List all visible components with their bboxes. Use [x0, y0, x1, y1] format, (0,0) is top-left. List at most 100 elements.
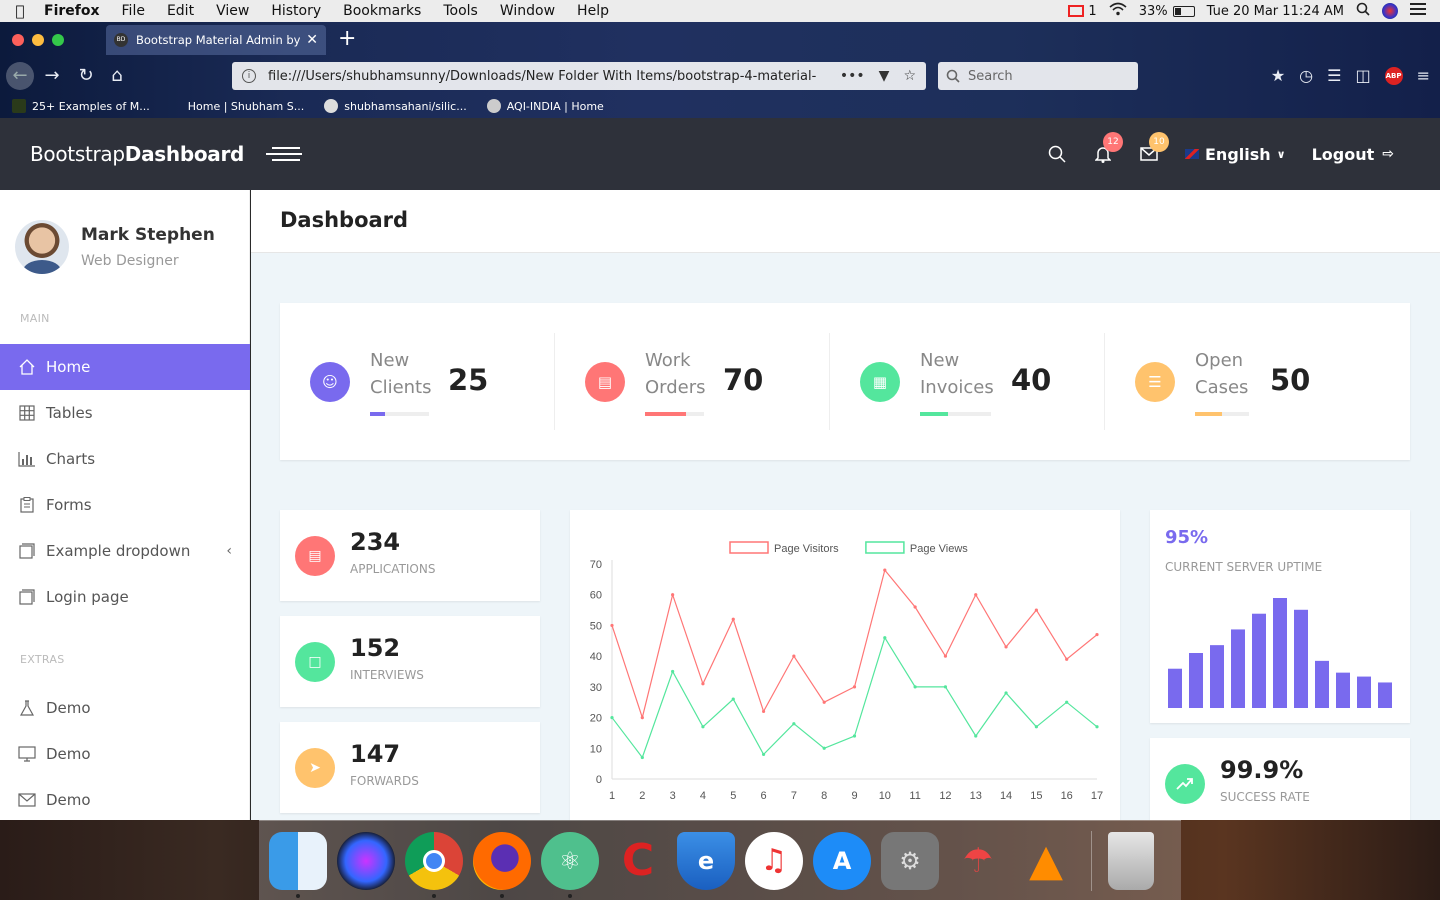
header-search-icon[interactable] [1047, 144, 1067, 164]
document-icon: ▤ [295, 536, 335, 576]
battery-status[interactable]: 33% [1139, 4, 1195, 19]
notifications-button[interactable]: 12 [1093, 132, 1123, 164]
menu-history[interactable]: History [260, 3, 332, 19]
dock-chrome-icon[interactable] [405, 831, 463, 898]
stat-value: 40 [1011, 363, 1052, 397]
sidebar-item-forms[interactable]: Forms [0, 482, 250, 528]
adblock-plus-icon[interactable]: ABP [1384, 67, 1403, 85]
bookmark-item[interactable]: Home | Shubham S... [188, 100, 305, 113]
notification-center-icon[interactable] [1410, 3, 1426, 19]
sidebar-icon[interactable]: ◫ [1355, 62, 1370, 90]
uptime-bar [1189, 653, 1203, 708]
sidebar-item-charts[interactable]: Charts [0, 436, 250, 482]
brand-logo[interactable]: BootstrapDashboard [30, 142, 244, 166]
stat-caption: INTERVIEWS [350, 668, 424, 682]
x-tick-label: 2 [639, 790, 645, 802]
dock-vlc-icon[interactable]: ▲ [1017, 832, 1075, 890]
zoom-window-button[interactable] [52, 34, 64, 46]
close-window-button[interactable] [12, 34, 24, 46]
success-value: 99.9% [1220, 756, 1304, 784]
menu-window[interactable]: Window [489, 3, 566, 19]
pocket-icon[interactable]: ▼ [879, 68, 890, 84]
dock-transmit-icon[interactable]: ☂ [949, 832, 1007, 890]
chevron-down-icon: ∨ [1276, 147, 1286, 161]
reload-button[interactable]: ↻ [72, 62, 100, 90]
dock-ccleaner-icon[interactable]: C [609, 832, 667, 890]
dock-atom-icon[interactable]: ⚛ [541, 831, 599, 898]
menu-edit[interactable]: Edit [156, 3, 205, 19]
url-bar[interactable]: i file:///Users/shubhamsunny/Downloads/N… [232, 62, 926, 90]
page-actions-icon[interactable]: ••• [840, 68, 865, 84]
history-icon[interactable]: ◷ [1299, 62, 1313, 90]
back-button[interactable]: ← [6, 62, 34, 90]
battery-icon [1172, 5, 1195, 17]
close-tab-icon[interactable]: ✕ [306, 32, 318, 48]
data-point [1034, 725, 1038, 729]
bookmark-item[interactable]: AQI-INDIA | Home [486, 99, 604, 113]
sidebar-item-example-dropdown[interactable]: Example dropdown ‹ [0, 528, 250, 574]
minimize-window-button[interactable] [32, 34, 44, 46]
dock-trash-icon[interactable] [1108, 831, 1154, 890]
sidebar-item-label: Tables [46, 404, 93, 422]
menu-toggle-icon[interactable] [266, 147, 303, 161]
y-tick-label: 40 [590, 651, 602, 663]
site-info-icon[interactable]: i [242, 69, 256, 83]
downloads-icon[interactable]: ★ [1271, 62, 1285, 90]
calendar-icon: □ [295, 642, 335, 682]
library-icon[interactable]: ☰ [1327, 62, 1341, 90]
wifi-icon[interactable] [1109, 2, 1127, 20]
menu-app-name[interactable]: Firefox [40, 3, 111, 19]
dock-siri-icon[interactable] [337, 831, 395, 890]
siri-icon[interactable] [1382, 3, 1398, 19]
stat-label: New Invoices [920, 350, 994, 398]
sidebar-item-demo[interactable]: Demo [0, 685, 250, 731]
bookmark-item[interactable]: 25+ Examples of M... [12, 99, 150, 113]
menu-file[interactable]: File [111, 3, 156, 19]
home-icon [18, 358, 36, 376]
home-button[interactable]: ⌂ [103, 62, 131, 90]
messages-button[interactable]: 10 [1139, 132, 1169, 164]
apple-icon[interactable]:  [0, 2, 40, 20]
windows-icon [18, 542, 36, 560]
browser-tab[interactable]: BD Bootstrap Material Admin by Bo ✕ [106, 25, 326, 55]
uptime-bar [1210, 645, 1224, 708]
bookmark-item[interactable]: shubhamsahani/silic... [324, 99, 467, 113]
sidebar-item-login-page[interactable]: Login page [0, 574, 250, 620]
spotlight-icon[interactable] [1356, 2, 1370, 20]
clock[interactable]: Tue 20 Mar 11:24 AM [1207, 4, 1344, 19]
menu-view[interactable]: View [205, 3, 260, 19]
bookmark-star-icon[interactable]: ☆ [903, 68, 916, 84]
dock-edge-icon[interactable]: e [677, 831, 735, 890]
dock-finder-icon[interactable] [269, 831, 327, 898]
line-chart-card: 0 10 20 30 40 50 60 70 1 2 3 4 5 6 7 8 9 10 11 12 13 14 15 16 17… [570, 510, 1120, 820]
menu-bookmarks[interactable]: Bookmarks [332, 3, 432, 19]
new-tab-button[interactable]: + [338, 26, 356, 51]
logout-button[interactable]: Logout ⇨ [1312, 145, 1394, 164]
monitor-icon [18, 745, 36, 763]
url-text[interactable]: file:///Users/shubhamsunny/Downloads/New… [268, 69, 830, 84]
dock-app-store-icon[interactable]: A [813, 831, 871, 890]
mail-status[interactable]: 1 [1068, 4, 1097, 19]
data-point [701, 682, 705, 686]
progress-bar [370, 412, 429, 416]
bookmark-label: Home | Shubham S... [187, 99, 305, 113]
data-point [731, 617, 735, 621]
search-bar[interactable]: Search [938, 62, 1138, 90]
menu-help[interactable]: Help [566, 3, 620, 19]
data-point [1095, 725, 1099, 729]
dock-firefox-icon[interactable] [473, 831, 531, 898]
x-tick-label: 16 [1061, 790, 1073, 802]
sidebar-item-demo[interactable]: Demo [0, 731, 250, 777]
sidebar-item-tables[interactable]: Tables [0, 390, 250, 436]
legend-label: Page Views [910, 543, 968, 555]
menu-icon[interactable]: ≡ [1417, 62, 1430, 90]
dock-itunes-icon[interactable]: ♫ [745, 831, 803, 890]
menu-tools[interactable]: Tools [432, 3, 489, 19]
sidebar-item-home[interactable]: Home [0, 344, 250, 390]
tab-title: Bootstrap Material Admin by Bo [136, 33, 301, 47]
notifications-badge: 12 [1103, 132, 1123, 152]
sidebar-item-demo[interactable]: Demo [0, 777, 250, 823]
dock-system-preferences-icon[interactable]: ⚙ [881, 831, 939, 890]
forward-button[interactable]: → [38, 62, 66, 90]
language-dropdown[interactable]: English ∨ [1185, 145, 1286, 164]
